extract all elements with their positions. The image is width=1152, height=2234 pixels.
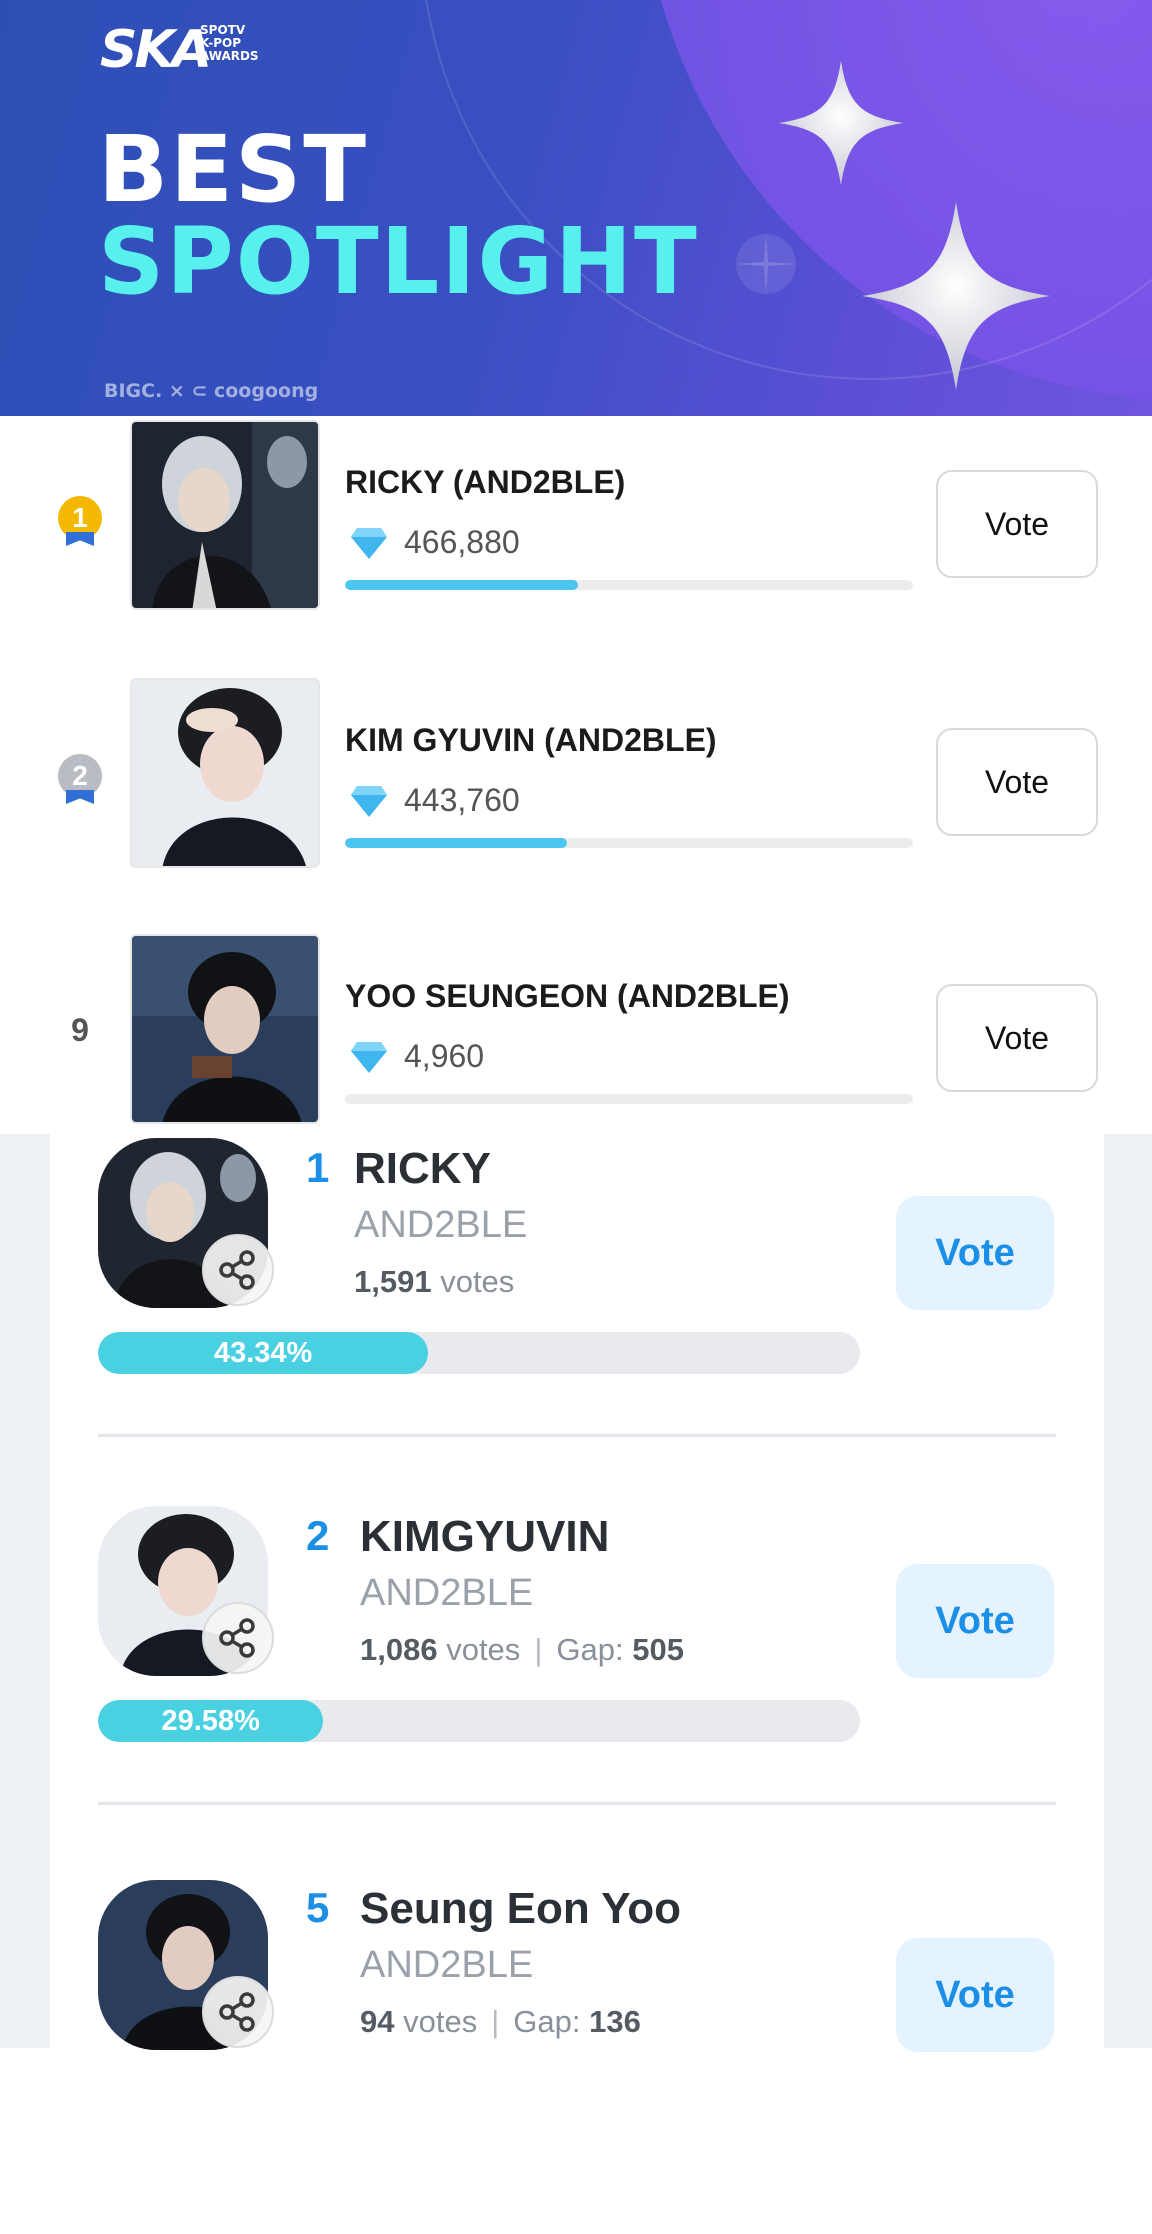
- stats-separator: |: [491, 2004, 500, 2039]
- vote-button[interactable]: Vote: [936, 984, 1098, 1092]
- sparkle-icon: [778, 60, 904, 186]
- vote-stats: 1,086 votes | Gap: 505: [360, 1632, 684, 1668]
- artist-name: KIM GYUVIN (AND2BLE): [345, 722, 717, 758]
- stats-separator: |: [534, 1632, 543, 1667]
- share-button[interactable]: [202, 1234, 274, 1306]
- progress-bar: [345, 838, 913, 848]
- list-item: 1 RICKY AND2BLE 1,591 votes Vote 43.34%: [50, 1134, 1104, 1494]
- votes-label: votes: [403, 2004, 478, 2039]
- group-name: AND2BLE: [354, 1204, 528, 1246]
- vote-count: 94: [360, 2004, 395, 2039]
- votes-label: votes: [440, 1264, 515, 1299]
- vote-count: 1,086: [360, 1632, 438, 1667]
- artist-name: RICKY (AND2BLE): [345, 464, 626, 500]
- list-item: 9 YOO SEUNGEON (AND2BLE) 4,960 Vote: [0, 934, 1152, 1134]
- vote-count: 4,960: [404, 1038, 485, 1074]
- medal-icon: 1: [56, 496, 104, 556]
- vote-count: 443,760: [404, 782, 520, 818]
- diamond-icon: [351, 1042, 387, 1073]
- banner-title-spotlight: SPOTLIGHT: [98, 208, 699, 315]
- list-item: 2 KIMGYUVIN AND2BLE 1,086 votes | Gap: 505…: [50, 1502, 1104, 1862]
- progress-bar: [345, 580, 913, 590]
- percent-bar: 43.34%: [98, 1332, 860, 1374]
- medal-ribbon: [66, 790, 94, 804]
- vote-button[interactable]: Vote: [896, 1196, 1054, 1310]
- ranking-list-a: 1 RICKY (AND2BLE) 466,880 Vote 2 KIM GYU…: [0, 416, 1152, 1134]
- votes-label: votes: [446, 1632, 521, 1667]
- vote-button[interactable]: Vote: [896, 1938, 1054, 2052]
- rank-number: 1: [306, 1144, 330, 1191]
- partner-logos: BIGC. × ⊂ coogoong: [104, 380, 319, 402]
- gap-label: Gap:: [556, 1632, 624, 1667]
- rank-number: 9: [71, 1012, 89, 1048]
- vote-count: 466,880: [404, 524, 520, 560]
- kim-gyuvin-photo-icon: [132, 680, 318, 866]
- logo-sub-line: AWARDS: [200, 49, 259, 63]
- vote-button[interactable]: Vote: [896, 1564, 1054, 1678]
- rank-number: 2: [306, 1512, 330, 1559]
- percent-label: 29.58%: [161, 1705, 260, 1737]
- vote-button[interactable]: Vote: [936, 728, 1098, 836]
- yoo-seungeon-photo-icon: [132, 936, 318, 1122]
- ranking-list-b: 1 RICKY AND2BLE 1,591 votes Vote 43.34%: [50, 1134, 1104, 2052]
- gap-label: Gap:: [513, 2004, 581, 2039]
- list-item: 2 KIM GYUVIN (AND2BLE) 443,760 Vote: [0, 678, 1152, 878]
- share-icon: [219, 1618, 255, 1658]
- artist-photo[interactable]: [130, 934, 320, 1124]
- diamond-icon: [351, 528, 387, 559]
- progress-bar: [345, 1094, 913, 1104]
- artist-name: RICKY: [354, 1144, 491, 1193]
- divider: [98, 1802, 1056, 1805]
- group-name: AND2BLE: [360, 1572, 534, 1614]
- group-name: AND2BLE: [360, 1944, 534, 1986]
- share-button[interactable]: [202, 1976, 274, 2048]
- list-item: 5 Seung Eon Yoo AND2BLE 94 votes | Gap: 13…: [50, 1874, 1104, 2234]
- artist-name: Seung Eon Yoo: [360, 1884, 682, 1933]
- percent-label: 43.34%: [213, 1337, 313, 1369]
- vote-count: 1,591: [354, 1264, 432, 1299]
- list-item: 1 RICKY (AND2BLE) 466,880 Vote: [0, 420, 1152, 620]
- share-icon: [219, 1992, 255, 2032]
- vote-stats: 94 votes | Gap: 136: [360, 2004, 641, 2040]
- medal-icon: 2: [56, 754, 104, 814]
- share-icon: [219, 1250, 255, 1290]
- vote-button[interactable]: Vote: [936, 470, 1098, 578]
- ska-logo: SKA: [100, 20, 212, 80]
- medal-ribbon: [66, 532, 94, 546]
- divider: [98, 1434, 1056, 1437]
- ska-logo-subtitle: SPOTV K-POP AWARDS: [200, 24, 259, 63]
- percent-bar: 29.58%: [98, 1700, 860, 1742]
- ricky-photo-icon: [132, 422, 318, 608]
- artist-photo[interactable]: [130, 420, 320, 610]
- artist-name: YOO SEUNGEON (AND2BLE): [345, 978, 790, 1014]
- progress-fill: [345, 838, 567, 848]
- diamond-icon: [351, 786, 387, 817]
- banner-title-best: BEST: [98, 116, 368, 223]
- progress-fill: [345, 580, 578, 590]
- gap-value: 136: [589, 2004, 641, 2039]
- artist-name: KIMGYUVIN: [360, 1512, 610, 1561]
- percent-fill: 43.34%: [98, 1332, 429, 1374]
- sparkle-icon: [861, 201, 1051, 391]
- share-button[interactable]: [202, 1602, 274, 1674]
- gap-value: 505: [632, 1632, 684, 1667]
- rank-number: 5: [306, 1884, 330, 1931]
- artist-photo[interactable]: [130, 678, 320, 868]
- percent-fill: 29.58%: [98, 1700, 324, 1742]
- banner: SKA SPOTV K-POP AWARDS BEST SPOTLIGHT BI…: [0, 0, 1152, 416]
- sparkle-glow-icon: [736, 234, 796, 294]
- vote-stats: 1,591 votes: [354, 1264, 514, 1300]
